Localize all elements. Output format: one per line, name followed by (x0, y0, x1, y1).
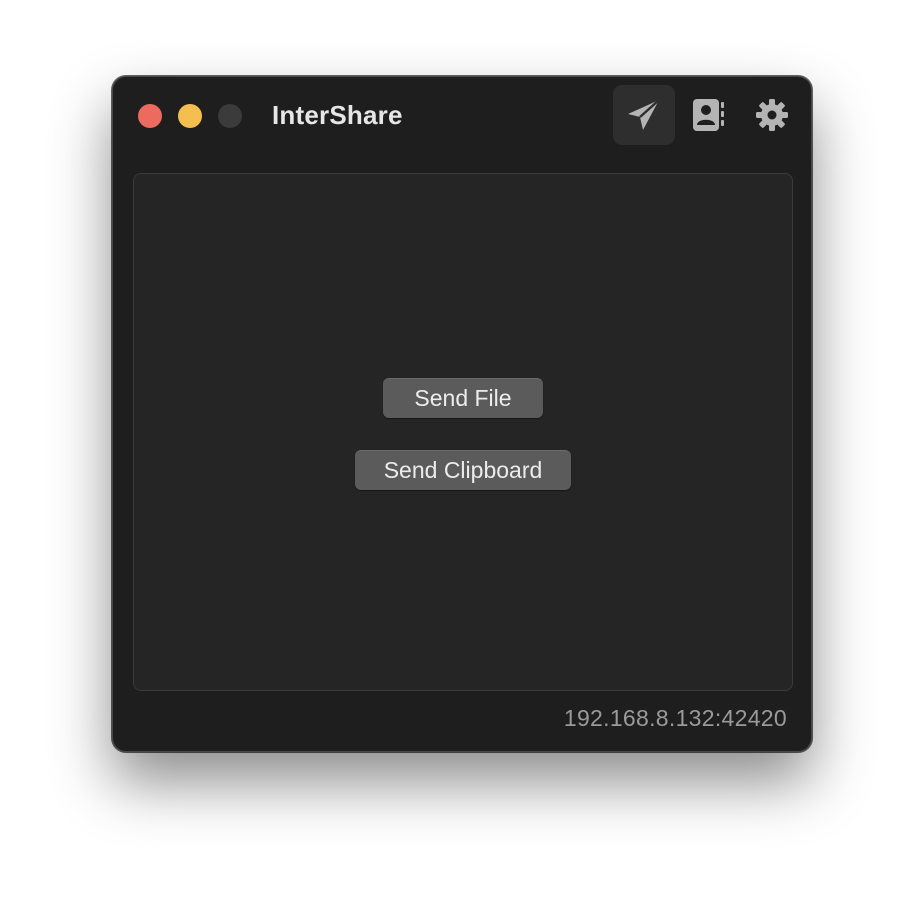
app-window: InterShare Send File Send Clipboard 192.… (112, 76, 812, 752)
toolbar-contacts-button[interactable] (677, 85, 739, 145)
zoom-window-button[interactable] (218, 104, 242, 128)
send-panel: Send File Send Clipboard (133, 173, 793, 691)
toolbar-send-button[interactable] (613, 85, 675, 145)
send-file-button[interactable]: Send File (383, 378, 543, 418)
toolbar-settings-button[interactable] (741, 85, 803, 145)
window-title: InterShare (272, 100, 403, 130)
send-clipboard-button[interactable]: Send Clipboard (355, 450, 571, 490)
minimize-window-button[interactable] (178, 104, 202, 128)
contact-book-icon (690, 97, 726, 133)
gear-icon (754, 97, 790, 133)
network-address: 192.168.8.132:42420 (563, 705, 787, 731)
paper-plane-icon (626, 97, 662, 133)
close-window-button[interactable] (138, 104, 162, 128)
title-bar: InterShare (113, 77, 811, 157)
